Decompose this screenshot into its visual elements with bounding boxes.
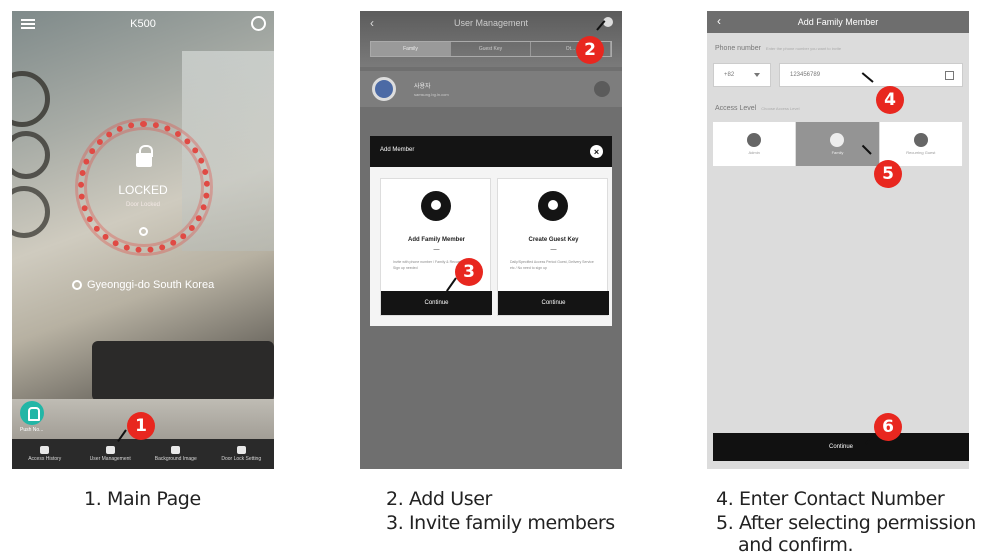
top-bar: K500: [12, 11, 274, 37]
location-icon: [72, 280, 82, 290]
label-hint: Enter the phone number you want to invit…: [765, 46, 842, 51]
crown-icon: [747, 133, 762, 147]
tab-user-management[interactable]: User Management: [78, 439, 144, 469]
menu-icon[interactable]: [21, 19, 35, 29]
member-subtitle: samsung.bg.ln.com: [414, 92, 449, 97]
bell-label: Push No...: [20, 427, 44, 433]
phone-number-input[interactable]: 123456789: [779, 63, 963, 87]
add-family-member-screen: ‹ Add Family Member Phone number Enter th…: [707, 11, 969, 469]
avatar: [372, 77, 396, 101]
lock-status-text: LOCKED: [118, 183, 168, 197]
card-title: Create Guest Key: [528, 237, 579, 243]
badge-icon: [913, 133, 928, 147]
continue-button[interactable]: Continue: [498, 291, 609, 315]
caption-add-user: 2. Add User: [386, 488, 492, 510]
label-text: Access Level: [715, 105, 757, 112]
country-code-value: +82: [724, 72, 735, 78]
caption-select-permission: 5. After selecting permission: [716, 512, 976, 534]
family-icon: [421, 191, 451, 221]
phone-number-value: 123456789: [790, 72, 821, 78]
step-marker: 2: [576, 36, 604, 64]
caption-main-page: 1. Main Page: [84, 488, 201, 510]
modal-title: Add Member: [380, 147, 415, 153]
member-row[interactable]: 사용자 samsung.bg.ln.com: [360, 71, 622, 107]
card-divider: —: [433, 247, 440, 253]
lock-substatus-text: Door Locked: [125, 202, 161, 208]
guest-key-icon: [538, 191, 568, 221]
level-label: Family: [831, 150, 844, 155]
level-family[interactable]: Family: [796, 122, 880, 166]
tab-label: Door Lock Setting: [221, 456, 262, 462]
background-decoration: [12, 71, 50, 127]
modal-header: Add Member ×: [370, 136, 612, 167]
screen-title: User Management: [453, 18, 529, 28]
tab-label: Background Image: [154, 456, 197, 462]
level-label: Recurring Guest: [906, 150, 936, 155]
level-label: Admin: [748, 150, 760, 155]
step-marker: 3: [455, 258, 483, 286]
settings-icon[interactable]: [251, 16, 266, 31]
tab-family[interactable]: Family: [371, 42, 451, 56]
country-code-select[interactable]: +82: [713, 63, 771, 87]
level-admin[interactable]: Admin: [713, 122, 797, 166]
device-title: K500: [130, 18, 156, 30]
contacts-icon[interactable]: [945, 71, 954, 80]
chevron-down-icon: [754, 73, 760, 77]
bell-icon[interactable]: [20, 401, 44, 425]
tab-label: User Management: [89, 456, 131, 462]
card-divider: —: [550, 247, 557, 253]
location-text: Gyeonggi-do South Korea: [87, 279, 215, 291]
access-level-label: Access Level Choose Access Level: [715, 105, 800, 112]
level-recurring-guest[interactable]: Recurring Guest: [880, 122, 963, 166]
tab-background-image[interactable]: Background Image: [143, 439, 209, 469]
instruction-figure: K500 LOCKED Door Locked Gyeonggi-do Sout…: [0, 0, 1008, 557]
delete-icon[interactable]: [594, 81, 610, 97]
add-family-card[interactable]: Add Family Member — Invite with phone nu…: [380, 178, 492, 316]
heart-icon: [830, 133, 845, 147]
screen-title: Add Family Member: [797, 17, 879, 27]
settings-panel-icon: [236, 446, 246, 454]
member-name: 사용자: [414, 84, 431, 90]
background-sofa: [92, 341, 274, 401]
users-icon: [105, 446, 115, 454]
tab-door-lock-setting[interactable]: Door Lock Setting: [209, 439, 275, 469]
close-icon[interactable]: ×: [590, 145, 603, 158]
continue-button[interactable]: Continue: [713, 433, 969, 461]
tab-guest-key[interactable]: Guest Key: [451, 42, 531, 56]
header: ‹ Add Family Member: [707, 11, 969, 33]
card-description: Daily/Specified Access Period Guest, Del…: [510, 260, 594, 270]
phone-number-label: Phone number Enter the phone number you w…: [715, 45, 841, 52]
label-text: Phone number: [715, 45, 761, 52]
caption-invite-family: 3. Invite family members: [386, 512, 615, 534]
step-marker: 1: [127, 412, 155, 440]
caption-enter-contact: 4. Enter Contact Number: [716, 488, 945, 510]
create-guest-key-card[interactable]: Create Guest Key — Daily/Specified Acces…: [497, 178, 609, 316]
main-page-screen: K500 LOCKED Door Locked Gyeonggi-do Sout…: [12, 11, 274, 469]
user-management-screen: ‹ User Management Family Guest Key Ot...…: [360, 11, 622, 469]
image-icon: [171, 446, 181, 454]
label-hint: Choose Access Level: [761, 106, 800, 111]
tab-access-history[interactable]: Access History: [12, 439, 78, 469]
access-level-selector: Admin Family Recurring Guest: [713, 122, 963, 166]
step-marker: 6: [874, 413, 902, 441]
caption-confirm: and confirm.: [738, 534, 854, 556]
background-decoration: [12, 131, 50, 179]
step-marker: 4: [876, 86, 904, 114]
add-member-modal: Add Member × Add Family Member — Invite …: [370, 136, 612, 326]
bottom-tab-bar: Access History User Management Backgroun…: [12, 439, 274, 469]
power-icon: [139, 227, 148, 236]
card-title: Add Family Member: [407, 237, 465, 243]
clock-icon: [40, 446, 50, 454]
continue-button[interactable]: Continue: [381, 291, 492, 315]
step-marker: 5: [874, 160, 902, 188]
tab-label: Access History: [28, 456, 62, 462]
lock-icon: [136, 145, 153, 167]
location-display: Gyeonggi-do South Korea: [72, 279, 214, 291]
